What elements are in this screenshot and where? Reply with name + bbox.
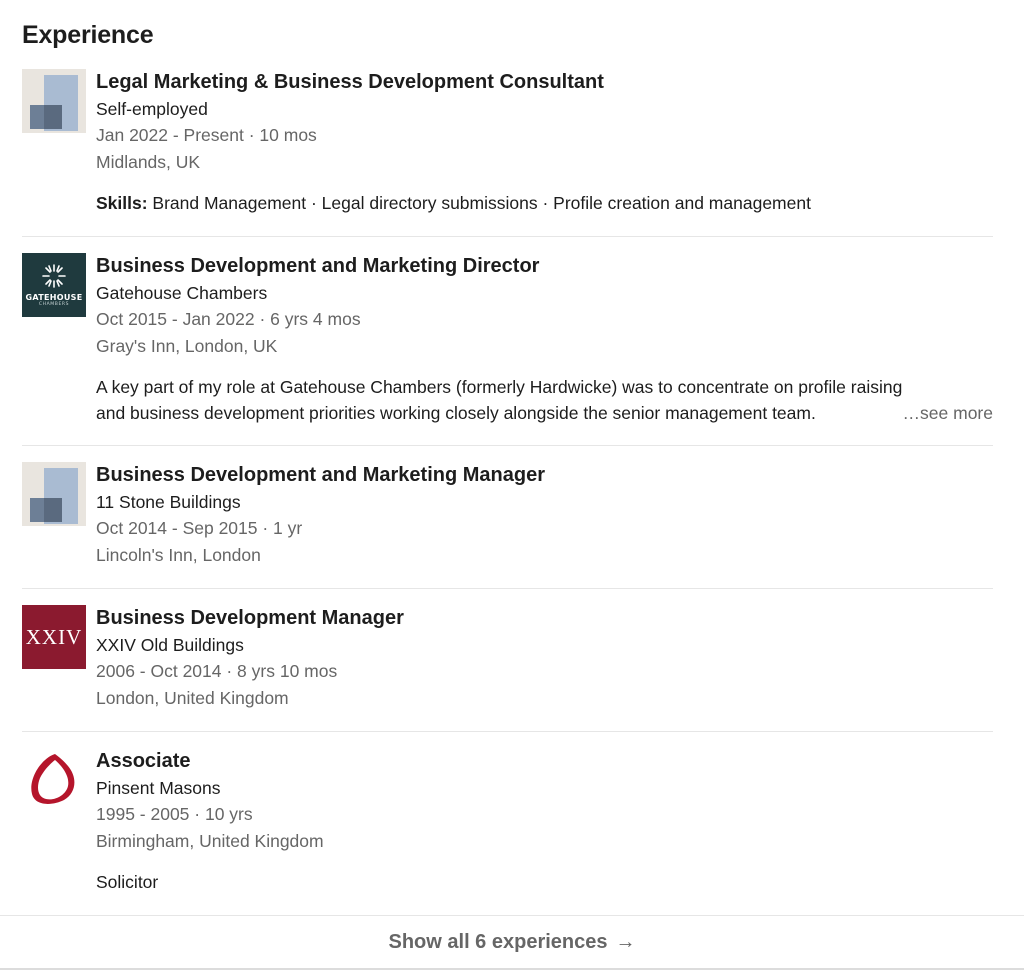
location: London, United Kingdom bbox=[96, 688, 289, 708]
pinsent-masons-logo[interactable] bbox=[22, 748, 86, 812]
company-name: Pinsent Masons bbox=[96, 778, 221, 798]
skills-list: Brand Management · Legal directory submi… bbox=[147, 193, 811, 213]
skills-line[interactable]: Skills: Brand Management · Legal directo… bbox=[96, 190, 993, 216]
experience-item: XXIV Business Development Manager XXIV O… bbox=[22, 605, 993, 732]
company-name: XXIV Old Buildings bbox=[96, 635, 244, 655]
job-title[interactable]: Business Development and Marketing Manag… bbox=[96, 462, 993, 489]
job-title[interactable]: Business Development Manager bbox=[96, 605, 993, 632]
job-title[interactable]: Associate bbox=[96, 748, 993, 775]
gatehouse-emblem-icon bbox=[42, 264, 66, 288]
job-title[interactable]: Business Development and Marketing Direc… bbox=[96, 253, 993, 280]
experience-info: Business Development and Marketing Manag… bbox=[96, 462, 993, 569]
divider bbox=[22, 236, 993, 237]
experience-info: Business Development Manager XXIV Old Bu… bbox=[96, 605, 993, 712]
divider bbox=[22, 588, 993, 589]
card-bottom-border bbox=[0, 968, 1024, 970]
experience-item: GATEHOUSE CHAMBERS Business Development … bbox=[22, 253, 993, 446]
see-more-link[interactable]: …see more bbox=[903, 400, 993, 426]
date-range: Oct 2014 - Sep 2015 · 1 yr bbox=[96, 518, 303, 538]
placeholder-building-icon[interactable] bbox=[22, 69, 86, 133]
gatehouse-logo[interactable]: GATEHOUSE CHAMBERS bbox=[22, 253, 86, 317]
section-title: Experience bbox=[22, 21, 154, 49]
experience-description: Solicitor bbox=[96, 872, 159, 892]
experience-card: Experience Legal Marketing & Business De… bbox=[0, 0, 1024, 972]
date-range: 2006 - Oct 2014 · 8 yrs 10 mos bbox=[96, 661, 338, 681]
description-line: and business development priorities work… bbox=[96, 403, 816, 423]
skills-label: Skills: bbox=[96, 193, 148, 213]
experience-info: Legal Marketing & Business Development C… bbox=[96, 69, 993, 216]
show-all-label: Show all 6 experiences bbox=[388, 930, 608, 953]
date-range: Jan 2022 - Present · 10 mos bbox=[96, 125, 317, 145]
job-title[interactable]: Legal Marketing & Business Development C… bbox=[96, 69, 993, 96]
experience-item: Business Development and Marketing Manag… bbox=[22, 462, 993, 589]
company-name: Gatehouse Chambers bbox=[96, 283, 268, 303]
location: Lincoln's Inn, London bbox=[96, 545, 261, 565]
location: Midlands, UK bbox=[96, 152, 201, 172]
experience-item: Legal Marketing & Business Development C… bbox=[22, 69, 993, 237]
xxiv-logo[interactable]: XXIV bbox=[22, 605, 86, 669]
company-name: Self-employed bbox=[96, 99, 208, 119]
pinsent-masons-emblem-icon bbox=[31, 754, 75, 804]
arrow-right-icon: → bbox=[615, 930, 636, 953]
date-range: 1995 - 2005 · 10 yrs bbox=[96, 804, 253, 824]
divider bbox=[22, 731, 993, 732]
description-line: A key part of my role at Gatehouse Chamb… bbox=[96, 377, 903, 397]
gatehouse-logo-text: GATEHOUSE bbox=[25, 293, 83, 302]
show-all-experiences-button[interactable]: Show all 6 experiences → bbox=[0, 916, 1024, 968]
location: Birmingham, United Kingdom bbox=[96, 831, 324, 851]
description-line-with-see-more: and business development priorities work… bbox=[96, 400, 993, 426]
experience-info: Business Development and Marketing Direc… bbox=[96, 253, 993, 426]
date-range: Oct 2015 - Jan 2022 · 6 yrs 4 mos bbox=[96, 309, 361, 329]
placeholder-building-icon[interactable] bbox=[22, 462, 86, 526]
xxiv-logo-text: XXIV bbox=[25, 624, 83, 649]
experience-item: Associate Pinsent Masons 1995 - 2005 · 1… bbox=[22, 748, 993, 908]
company-name: 11 Stone Buildings bbox=[96, 492, 241, 512]
gatehouse-logo-subtext: CHAMBERS bbox=[38, 302, 70, 307]
experience-info: Associate Pinsent Masons 1995 - 2005 · 1… bbox=[96, 748, 993, 895]
location: Gray's Inn, London, UK bbox=[96, 336, 278, 356]
divider bbox=[22, 445, 993, 446]
experience-description: A key part of my role at Gatehouse Chamb… bbox=[96, 374, 993, 426]
